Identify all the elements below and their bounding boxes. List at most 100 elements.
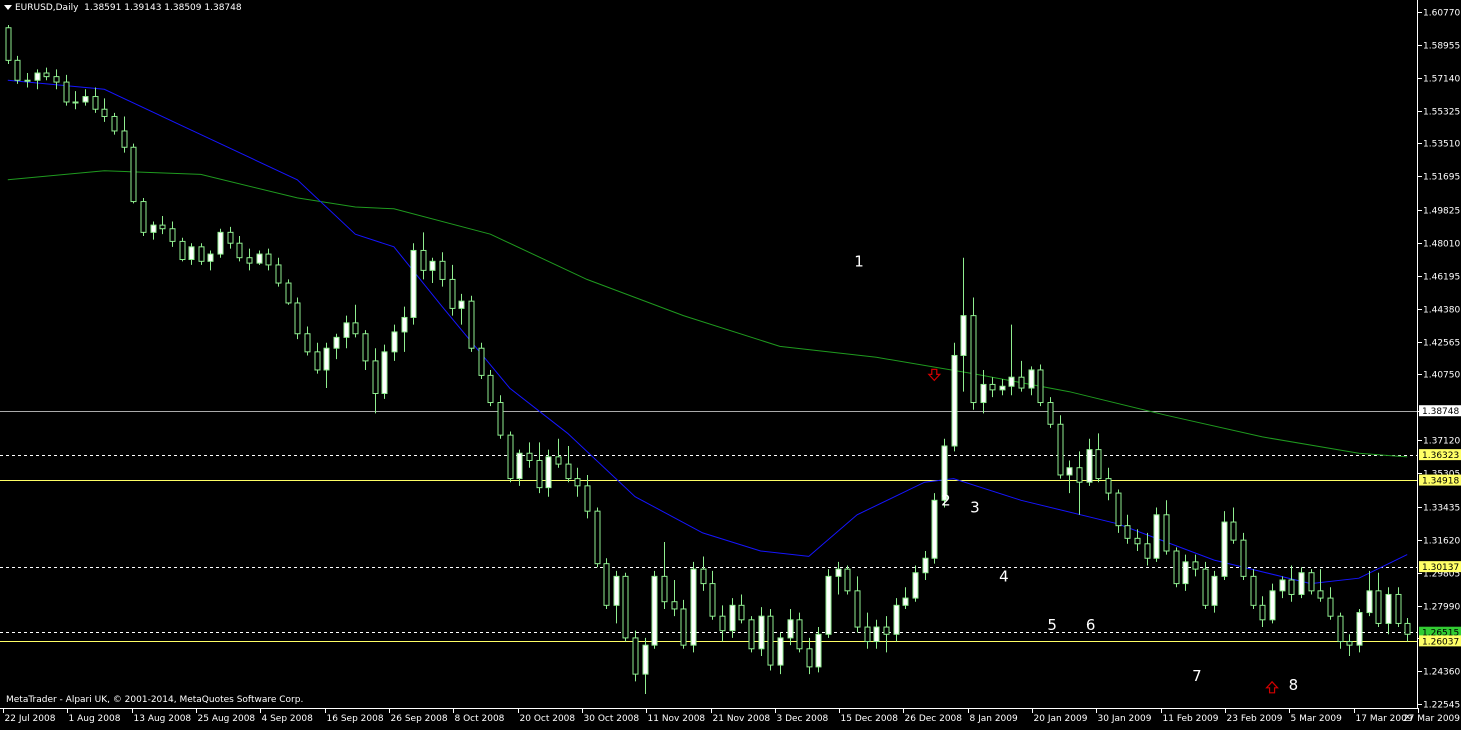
candle-bear <box>5 27 12 61</box>
candle-bull <box>835 568 842 577</box>
time-tick-label: 20 Jan 2009 <box>1034 714 1088 724</box>
price-tick-label: 1.37120 <box>1423 437 1460 447</box>
candle-bear <box>227 231 234 244</box>
candle-bull <box>323 347 330 371</box>
candle-bear <box>198 246 205 262</box>
candle-bull <box>873 626 880 643</box>
candle-bear <box>468 300 475 349</box>
chart[interactable]: 1 2 3 4 5 6 7 8 1.60770 1.58955 1.57140 1.55325 1.5… <box>0 0 1461 726</box>
candle-bull <box>458 300 465 309</box>
time-tick-label: 11 Feb 2009 <box>1163 714 1219 724</box>
candle-bear <box>236 242 243 259</box>
candle-bear <box>1308 572 1315 592</box>
candle-bear <box>246 257 253 264</box>
candle-bull <box>401 316 408 333</box>
time-tick-label: 8 Oct 2008 <box>455 714 505 724</box>
time-tick-label: 23 Feb 2009 <box>1227 714 1283 724</box>
candle-bear <box>864 626 871 643</box>
candle-bear <box>1259 604 1266 621</box>
candle-bear <box>1395 593 1402 624</box>
candle-bull <box>787 619 794 639</box>
candle-bull <box>922 557 929 574</box>
price-tag-label: 1.36323 <box>1422 451 1459 461</box>
candle-bear <box>806 648 813 668</box>
candle-bear <box>101 108 108 117</box>
wave-label: 7 <box>1192 667 1202 685</box>
candle-bear <box>594 510 601 565</box>
candle-bear <box>1134 537 1141 545</box>
candle-bear <box>555 456 562 465</box>
candle-bear <box>883 626 890 635</box>
candle-bull <box>951 354 958 447</box>
candle-bull <box>1153 514 1160 559</box>
candle-bear <box>1404 622 1411 635</box>
candle-bear <box>854 590 861 628</box>
candle-bear <box>700 568 707 585</box>
time-tick-label: 26 Sep 2008 <box>391 714 448 724</box>
candle-bear <box>420 249 427 271</box>
candle-bear <box>1115 492 1122 527</box>
candle-bear <box>507 434 514 480</box>
candle-bull <box>690 568 697 646</box>
candle-bull <box>82 96 89 103</box>
candle-bear <box>565 463 572 480</box>
candle-bear <box>1076 467 1083 483</box>
candle-bear <box>1230 521 1237 541</box>
candle-bear <box>1037 369 1044 404</box>
time-tick-label: 30 Jan 2009 <box>1098 714 1152 724</box>
wave-label: 2 <box>941 491 951 509</box>
candle-bull <box>410 249 417 318</box>
candle-bear <box>738 604 745 621</box>
candle-bull <box>1008 376 1015 387</box>
candle-bear <box>362 333 369 362</box>
candle-bear <box>970 315 977 404</box>
candle-bull <box>931 499 938 559</box>
candle-bull <box>217 231 224 255</box>
candle-bear <box>53 76 60 83</box>
candle-bear <box>265 253 272 266</box>
candle-bear <box>1144 543 1151 559</box>
time-tick-label: 4 Sep 2008 <box>262 714 314 724</box>
candle-bull <box>1356 612 1363 646</box>
candle-bear <box>294 302 301 335</box>
candle-bull <box>391 331 398 353</box>
price-tick-label: 1.27990 <box>1423 603 1460 613</box>
candle-bear <box>1240 539 1247 577</box>
time-tick-label: 13 Aug 2008 <box>134 714 192 724</box>
price-chart-svg[interactable]: 1 2 3 4 5 6 7 8 1.60770 1.58955 1.57140 1.55325 1.5… <box>0 0 1461 726</box>
ohlc-label: 1.38591 1.39143 1.38509 1.38748 <box>84 3 242 13</box>
candle-bear <box>603 563 610 606</box>
menu-triangle-icon[interactable] <box>4 5 12 10</box>
time-tick-label: 27 Mar 2009 <box>1403 714 1460 724</box>
candle-bull <box>1066 467 1073 476</box>
candle-bull <box>545 456 552 489</box>
time-tick-label: 5 Mar 2009 <box>1291 714 1343 724</box>
candle-bear <box>275 264 282 284</box>
candle-bull <box>1279 579 1286 592</box>
wave-label: 3 <box>970 499 980 517</box>
candle-bear <box>1327 597 1334 617</box>
candle-bull <box>960 315 967 356</box>
candle-bear <box>304 333 311 353</box>
candle-bear <box>526 452 533 461</box>
candle-bear <box>1163 514 1170 552</box>
candle-bull <box>343 322 350 338</box>
candle-bull <box>902 597 909 606</box>
price-tick-label: 1.40750 <box>1423 371 1460 381</box>
candle-bear <box>1057 423 1064 476</box>
candle-bear <box>352 322 359 335</box>
candle-bear <box>796 619 803 650</box>
candle-bull <box>207 253 214 262</box>
time-tick-label: 16 Sep 2008 <box>327 714 384 724</box>
candle-bull <box>651 575 658 646</box>
candle-bear <box>767 615 774 666</box>
candle-bear <box>989 383 996 391</box>
candle-bear <box>1337 615 1344 643</box>
candle-bull <box>1182 561 1189 585</box>
current-price-tag-label: 1.38748 <box>1422 407 1459 417</box>
candle-bull <box>1221 521 1228 577</box>
candle-bull <box>825 575 832 635</box>
price-tick-label: 1.58955 <box>1423 42 1460 52</box>
candle-bull <box>758 615 765 650</box>
wave-label: 8 <box>1289 676 1299 694</box>
